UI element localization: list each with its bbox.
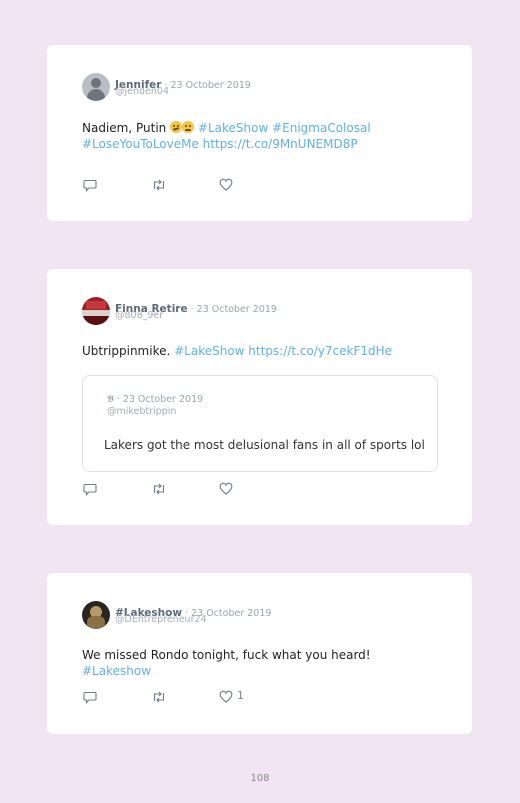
like-count: 1	[237, 689, 244, 702]
tweet-card-1: Jennifer · 23 October 2019 @jenden04 Nad…	[47, 45, 472, 221]
tweet-text-plain: Ubtrippinmike.	[82, 344, 175, 358]
hashtag-url-links[interactable]: #LoseYouToLoveMe https://t.co/9MnUNEMD8P	[82, 137, 358, 151]
retweet-icon[interactable]	[151, 690, 167, 704]
avatar[interactable]	[82, 73, 110, 101]
tweet-card-3: #Lakeshow · 23 October 2019 @DEntreprene…	[47, 573, 472, 734]
comment-icon[interactable]	[83, 178, 97, 192]
tweet-text: Ubtrippinmike. #LakeShow https://t.co/y7…	[82, 343, 442, 359]
quoted-author-name: 𝕭	[107, 394, 114, 405]
tweet-date[interactable]: 23 October 2019	[171, 80, 251, 91]
separator-dot: ·	[113, 394, 123, 405]
quoted-date: 23 October 2019	[122, 394, 204, 405]
heart-icon[interactable]	[219, 178, 233, 192]
comment-icon[interactable]	[83, 690, 97, 704]
quoted-text: Lakers got the most delusional fans in a…	[104, 438, 425, 452]
hashtag-url-links[interactable]: #LakeShow https://t.co/y7cekF1dHe	[174, 344, 392, 358]
tweet-text-plain: Nadiem, Putin	[82, 121, 171, 135]
retweet-icon[interactable]	[151, 178, 167, 192]
quoted-handle: @mikebtrippin	[107, 406, 177, 417]
tweet-text: We missed Rondo tonight, fuck what you h…	[82, 647, 442, 679]
quoted-tweet[interactable]: 𝕭 · 23 October 2019 @mikebtrippin Lakers…	[82, 375, 438, 472]
hashtag-links[interactable]: #LakeShow #EnigmaColosal	[198, 121, 371, 135]
tweet-text: Nadiem, Putin #LakeShow #EnigmaColosal #…	[82, 120, 442, 152]
avatar[interactable]	[82, 297, 110, 325]
author-handle[interactable]: @808_9er	[115, 310, 163, 321]
frowning-face-emoji	[182, 121, 195, 133]
separator-dot: ·	[187, 304, 197, 315]
thinking-face-emoji	[170, 121, 183, 133]
tweet-text-plain: We missed Rondo tonight, fuck what you h…	[82, 648, 371, 662]
tweet-card-2: Finna Retire · 23 October 2019 @808_9er …	[47, 269, 472, 525]
retweet-icon[interactable]	[151, 482, 167, 496]
hashtag-link[interactable]: #Lakeshow	[82, 664, 151, 678]
comment-icon[interactable]	[83, 482, 97, 496]
heart-icon[interactable]: 1	[219, 689, 244, 704]
avatar[interactable]	[82, 601, 110, 629]
author-handle[interactable]: @jenden04	[115, 86, 169, 97]
heart-icon[interactable]	[219, 482, 233, 496]
author-handle[interactable]: @DEntrepreneur24	[115, 614, 207, 625]
tweet-date[interactable]: 23 October 2019	[197, 304, 277, 315]
page-number: 108	[250, 773, 270, 784]
